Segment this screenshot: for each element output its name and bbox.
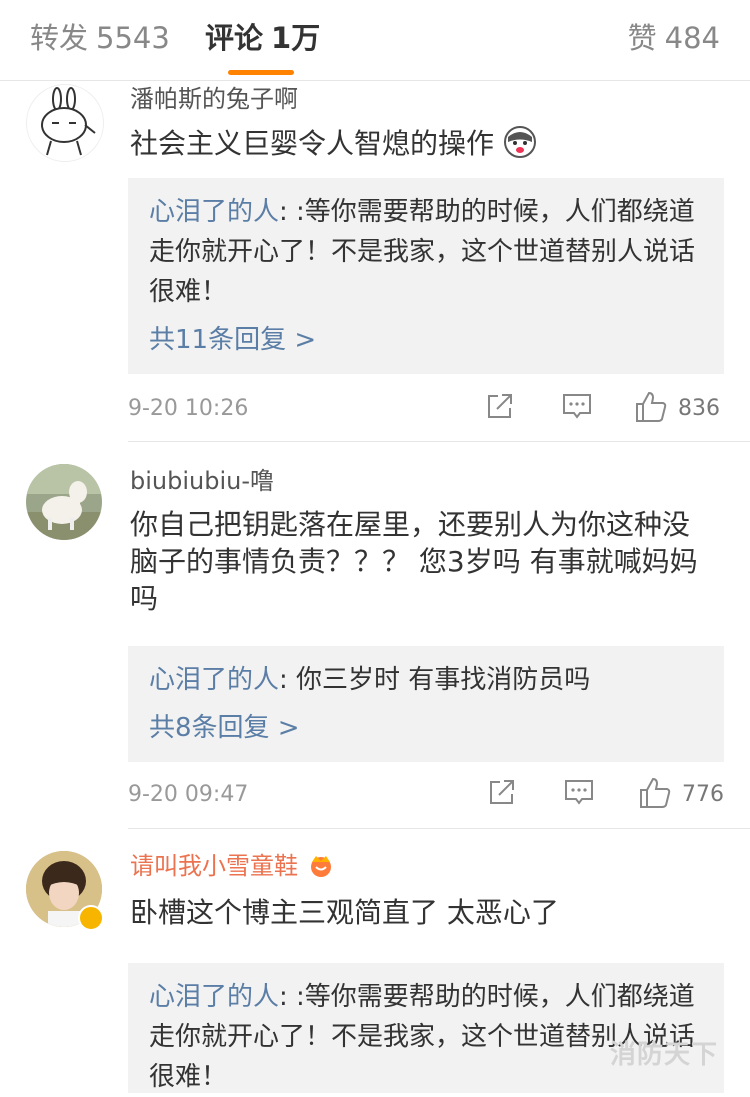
comment-icon[interactable] bbox=[562, 776, 596, 816]
share-icon[interactable] bbox=[484, 390, 516, 430]
reply-preview[interactable]: 心泪了的人: :等你需要帮助的时候，人们都绕道走你就开心了！不是我家，这个世道替… bbox=[128, 178, 724, 374]
verified-badge-icon bbox=[78, 905, 104, 931]
comment-time: 9-20 10:26 bbox=[128, 396, 249, 421]
reply-text: 心泪了的人: :等你需要帮助的时候，人们都绕道走你就开心了！不是我家，这个世道替… bbox=[149, 192, 709, 312]
husky-emoji-icon bbox=[503, 126, 536, 158]
tab-reposts[interactable]: 转发 5543 bbox=[30, 18, 170, 58]
comment-username[interactable]: biubiubiu-噜 bbox=[130, 464, 274, 498]
avatar[interactable] bbox=[26, 464, 102, 540]
tab-reposts-label: 转发 bbox=[30, 21, 89, 55]
share-icon[interactable] bbox=[486, 776, 518, 816]
reply-preview[interactable]: 心泪了的人: 你三岁时 有事找消防员吗 共8条回复 > bbox=[128, 646, 724, 762]
comment-text: 社会主义巨婴令人智熄的操作 bbox=[130, 124, 720, 164]
reply-preview[interactable]: 心泪了的人: :等你需要帮助的时候，人们都绕道走你就开心了！不是我家，这个世道替… bbox=[128, 963, 724, 1093]
comment-username-text: 请叫我小雪童鞋 bbox=[130, 852, 298, 880]
comment-username[interactable]: 请叫我小雪童鞋 bbox=[130, 849, 336, 883]
view-replies-link[interactable]: 共11条回复 > bbox=[149, 320, 316, 360]
reply-author[interactable]: 心泪了的人 bbox=[149, 197, 279, 227]
reply-body: : 你三岁时 有事找消防员吗 bbox=[279, 665, 591, 695]
tab-comments-label: 评论 bbox=[205, 21, 264, 55]
comment-text: 卧槽这个博主三观简直了 太恶心了 bbox=[130, 896, 559, 929]
like-count: 836 bbox=[678, 396, 720, 421]
watermark: 消防天下 bbox=[609, 1040, 718, 1070]
tab-likes-count: 484 bbox=[664, 21, 720, 55]
comment-text-body: 社会主义巨婴令人智熄的操作 bbox=[130, 127, 495, 160]
vip-crown-icon bbox=[310, 856, 331, 877]
comment-text: 你自己把钥匙落在屋里，还要别人为你这种没脑子的事情负责？？？ 您3岁吗 有事就喊… bbox=[130, 508, 698, 615]
reply-text: 心泪了的人: 你三岁时 有事找消防员吗 bbox=[149, 660, 709, 700]
avatar[interactable] bbox=[26, 84, 104, 162]
tab-likes-label: 赞 bbox=[627, 21, 657, 55]
tab-comments-count: 1万 bbox=[271, 21, 321, 55]
like-count: 776 bbox=[682, 782, 724, 807]
comment-meta: 9-20 10:26 836 bbox=[128, 390, 724, 430]
like-icon[interactable] bbox=[634, 390, 668, 430]
comment-item: 潘帕斯的兔子啊 社会主义巨婴令人智熄的操作 心泪了的人: :等你需要帮助的时候，… bbox=[0, 80, 750, 442]
tab-reposts-count: 5543 bbox=[96, 21, 170, 55]
tab-bar: 转发 5543 评论 1万 赞 484 bbox=[0, 0, 750, 81]
comment-item: biubiubiu-噜 你自己把钥匙落在屋里，还要别人为你这种没脑子的事情负责？… bbox=[0, 442, 750, 829]
active-tab-indicator bbox=[228, 70, 294, 75]
view-replies-link[interactable]: 共8条回复 > bbox=[149, 708, 300, 748]
comment-icon[interactable] bbox=[560, 390, 594, 430]
reply-author[interactable]: 心泪了的人 bbox=[149, 665, 279, 695]
reply-author[interactable]: 心泪了的人 bbox=[149, 982, 279, 1012]
comment-time: 9-20 09:47 bbox=[128, 782, 249, 807]
comment-meta: 9-20 09:47 776 bbox=[128, 776, 724, 816]
tab-likes[interactable]: 赞 484 bbox=[628, 18, 720, 58]
tab-comments[interactable]: 评论 1万 bbox=[205, 18, 320, 58]
like-icon[interactable] bbox=[638, 776, 672, 816]
comment-username[interactable]: 潘帕斯的兔子啊 bbox=[130, 82, 298, 116]
